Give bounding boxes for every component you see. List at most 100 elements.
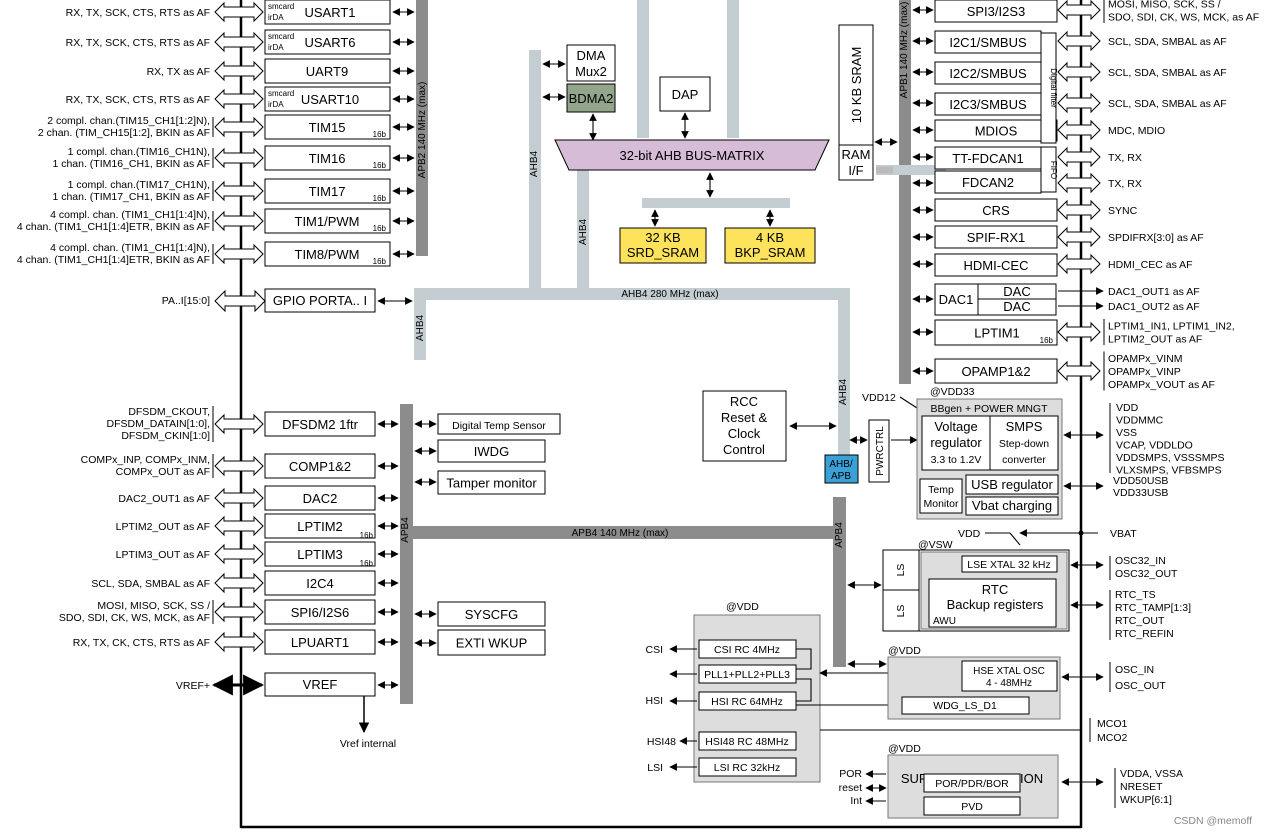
supply-supervision[interactable]: @VDD SUPPLY SUPERVISION POR/PDR/BOR PVD … [839, 743, 1183, 819]
peripheral-hdmi-cec[interactable]: HDMI-CEC HDMI_CEC as AF [912, 253, 1193, 277]
ls-label-2: LS [895, 605, 907, 618]
pwrctrl-block[interactable]: PWRCTRL [849, 419, 918, 483]
peripheral-label: COMP1&2 [289, 459, 351, 474]
power-signal-label: VCAP, VDDLDO [1116, 440, 1193, 452]
system-block-label: IWDG [474, 444, 509, 459]
system-block-iwdg[interactable]: IWDG [414, 439, 546, 463]
peripheral-tt-fdcan1[interactable]: TT-FDCAN1 TX, RX [912, 146, 1142, 170]
system-block-exti-wkup[interactable]: EXTI WKUP [414, 629, 546, 656]
ahb-bus-matrix[interactable]: 32-bit AHB BUS-MATRIX [554, 139, 830, 198]
signal-label: SCL, SDA, SMBAL as AF [1108, 67, 1227, 79]
bit-width-badge: 16b [360, 559, 374, 568]
fifo-label: FIFO [1049, 161, 1058, 179]
ram-if-label-1: RAM [842, 147, 871, 162]
power-signal-label: VDDMMC [1116, 415, 1164, 427]
peripheral-spif-rx1[interactable]: SPIF-RX1 SPDIFRX[3:0] as AF [912, 225, 1204, 249]
lse-label: LSE XTAL 32 kHz [967, 559, 1050, 571]
peripheral-lpuart1[interactable]: LPUART1 RX, TX, CK, CTS, RTS as AF [73, 629, 399, 655]
vref-block[interactable]: VREF VREF+ Vref internal [176, 672, 399, 750]
bdma2-block[interactable]: BDMA2 [542, 83, 616, 141]
peripheral-lptim1[interactable]: LPTIM1 16b LPTIM1_IN1, LPTIM1_IN2,LPTIM2_O… [912, 319, 1235, 346]
signal-label: OPAMPx_VINM [1108, 353, 1182, 365]
peripheral-fdcan2[interactable]: FDCAN2 TX, RX [912, 170, 1142, 194]
pll-label: PLL1+PLL2+PLL3 [704, 669, 790, 681]
dma-label-1: DMA [577, 48, 606, 63]
bkp-sram-label-2: BKP_SRAM [735, 245, 806, 260]
signal-label: OPAMPx_VINP [1108, 366, 1181, 378]
peripheral-i2c2-smbus[interactable]: I2C2/SMBUS SCL, SDA, SMBAL as AF [912, 61, 1227, 85]
rtc-out: RTC_OUT [1115, 615, 1165, 627]
temp-monitor-label-1: Temp [928, 484, 954, 496]
vsw-vbat-label: VBAT [1110, 528, 1137, 540]
srd-sram-block[interactable]: 32 KB SRD_SRAM [619, 209, 707, 264]
signal-label: MOSI, MISO, SCK, SS / [1108, 0, 1221, 11]
supply-por: POR [839, 768, 862, 780]
signal-label: MOSI, MISO, SCK, SS / [97, 600, 210, 612]
dac1-block[interactable]: DAC1 DAC DAC DAC1_OUT1 as AF DAC1_OUT2 a… [912, 283, 1200, 316]
bkp-sram-block[interactable]: 4 KB BKP_SRAM [724, 209, 816, 264]
signal-label: 4 compl. chan. (TIM1_CH1[1:4]N), [50, 209, 210, 221]
peripheral-mdios[interactable]: MDIOS MDC, MDIO [912, 119, 1165, 142]
gpio-block[interactable]: GPIO PORTA.. I PA..I[15:0] [162, 288, 413, 313]
io-arrow [214, 31, 264, 53]
peripheral-lptim3[interactable]: LPTIM3 16b LPTIM3_OUT as AF [116, 541, 399, 568]
dap-block[interactable]: DAP [659, 76, 711, 139]
peripheral-label: OPAMP1&2 [961, 364, 1030, 379]
io-arrow [214, 413, 264, 435]
io-arrow [1057, 30, 1101, 52]
io-arrow [214, 487, 264, 509]
sram10-block[interactable]: 10 KB SRAM [838, 24, 874, 146]
supply-int: Int [850, 795, 862, 807]
rcc-block[interactable]: RCC Reset & Clock Control [702, 390, 837, 462]
peripheral-i2c1-smbus[interactable]: I2C1/SMBUS SCL, SDA, SMBAL as AF [912, 30, 1227, 54]
peripheral-sublabel: irDA [268, 13, 284, 22]
io-arrow [214, 515, 264, 537]
bit-width-badge: 16b [373, 130, 387, 139]
signal-label: LPTIM1_IN1, LPTIM1_IN2, [1108, 321, 1235, 333]
peripheral-dac2[interactable]: DAC2 DAC2_OUT1 as AF [118, 485, 399, 511]
peripheral-spi3-i2s3[interactable]: SPI3/I2S3 MOSI, MISO, SCK, SS /SDO, SDI, … [912, 0, 1259, 24]
peripheral-i2c3-smbus[interactable]: I2C3/SMBUS SCL, SDA, SMBAL as AF [912, 92, 1227, 116]
io-arrow [214, 60, 264, 82]
regulator-label-1: Voltage [934, 419, 977, 434]
smps-label-1: SMPS [1006, 419, 1043, 434]
vsw-domain[interactable]: VDD VBAT @VSW LS LS LSE XTAL 32 kHz RTC … [847, 528, 1191, 640]
peripheral-tim8-pwm[interactable]: TIM8/PWM 16b 4 compl. chan. (TIM1_CH1[1:4]… [17, 241, 415, 267]
hse-block[interactable]: @VDD HSE XTAL OSC 4 - 48MHz WDG_LS_D1 OS… [847, 645, 1166, 744]
signal-label: 1 compl. chan.(TIM17_CH1N), [68, 179, 210, 191]
peripheral-lptim2[interactable]: LPTIM2 16b LPTIM2_OUT as AF [116, 513, 399, 540]
peripheral-uart9[interactable]: UART9 RX, TX as AF [147, 58, 415, 84]
apb1-bus-label: APB1 140 MHz (max) [899, 2, 910, 99]
peripheral-tim17[interactable]: TIM17 16b 1 compl. chan.(TIM17_CH1N),1 cha… [52, 178, 415, 204]
io-arrow [214, 180, 264, 202]
system-block-tamper-monitor[interactable]: Tamper monitor [414, 470, 546, 495]
peripheral-i2c4[interactable]: I2C4 SCL, SDA, SMBAL as AF [91, 570, 399, 596]
signal-label: COMPx_OUT as AF [116, 466, 210, 478]
power-management-block[interactable]: @VDD33 VDD12 BBgen + POWER MNGT Voltage … [862, 386, 1104, 520]
peripheral-crs[interactable]: CRS SYNC [912, 198, 1138, 222]
left-apb2-peripherals: USART1 smcard irDA RX, TX, SCK, CTS, RTS as… [17, 0, 415, 267]
peripheral-comp1-2[interactable]: COMP1&2 COMPx_INP, COMPx_INM,COMPx_OUT as… [81, 453, 399, 479]
system-block-digital-temp-sensor[interactable]: Digital Temp Sensor [414, 413, 561, 435]
smps-label-2: Step-down [999, 438, 1049, 450]
rtc-label-1: RTC [982, 582, 1008, 597]
peripheral-label: SPIF-RX1 [967, 230, 1026, 245]
block-diagram: APB2 140 MHz (max) APB1 140 MHz (max) AP… [17, 0, 1259, 829]
io-arrow [214, 601, 264, 623]
io-arrow [214, 543, 264, 565]
dma-mux-block[interactable]: DMA Mux2 [542, 44, 616, 82]
hsi-out-label: HSI [645, 695, 663, 707]
signal-label: DFSDM_DATAIN[1:0], [107, 418, 210, 430]
peripheral-spi6-i2s6[interactable]: SPI6/I2S6 MOSI, MISO, SCK, SS /SDO, SDI, … [59, 599, 399, 625]
peripheral-tim1-pwm[interactable]: TIM1/PWM 16b 4 compl. chan. (TIM1_CH1[1:4]… [17, 208, 415, 234]
rtc-tamp: RTC_TAMP[1:3] [1115, 602, 1191, 614]
ahb4-bus-rcc [838, 288, 850, 456]
dap-label: DAP [672, 87, 699, 102]
peripheral-label: UART9 [306, 64, 348, 79]
system-block-syscfg[interactable]: SYSCFG [414, 601, 546, 627]
peripheral-dfsdm2-1ftr[interactable]: DFSDM2 1ftr DFSDM_CKOUT,DFSDM_DATAIN[1:0]… [107, 406, 399, 442]
signal-label: SCL, SDA, SMBAL as AF [1108, 36, 1227, 48]
io-arrow [214, 1, 264, 23]
peripheral-tim16[interactable]: TIM16 16b 1 compl. chan.(TIM16_CH1N),1 cha… [52, 145, 415, 171]
peripheral-tim15[interactable]: TIM15 16b 2 compl. chan.(TIM15_CH1[1:2]N),… [38, 114, 415, 140]
